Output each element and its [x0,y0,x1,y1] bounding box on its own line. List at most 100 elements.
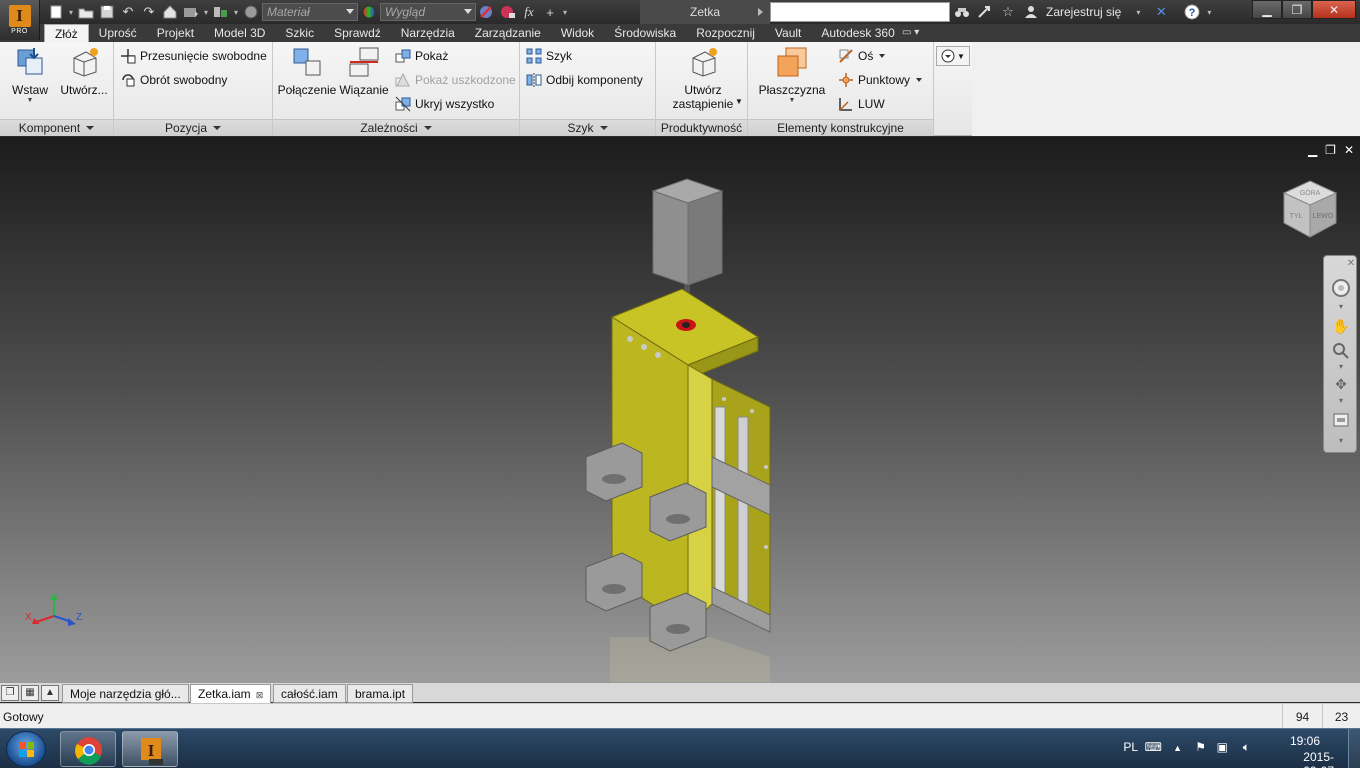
tab-narzedzia[interactable]: Narzędzia [391,24,465,42]
update-dropdown-icon[interactable]: ▾ [202,8,210,17]
keyboard-icon[interactable]: ⌨ [1145,740,1162,754]
volume-icon[interactable]: 🔈︎ [1243,740,1250,755]
panel-title-szyk[interactable]: Szyk [520,119,655,136]
select-filter-icon[interactable] [211,3,231,21]
flag-alert-icon[interactable]: ⚑ [1195,740,1206,754]
show-desktop-button[interactable] [1348,729,1360,768]
chevron-down-icon[interactable]: ▼ [735,97,743,106]
doc-tab-zetka[interactable]: Zetka.iam ⊠ [190,684,272,703]
binoculars-icon[interactable] [952,3,972,21]
chrome-taskbar-button[interactable] [60,731,116,767]
start-button[interactable] [6,731,46,767]
ribbon-panels-menu-button[interactable]: ▼ [936,46,970,66]
viewcube[interactable]: GÓRA TYŁ LEWO [1280,179,1340,241]
show-sick-button[interactable]: Pokaż uszkodzone [395,71,516,89]
navbar-close-icon[interactable]: ✕ [1346,258,1356,276]
redo-icon[interactable]: ↷ [139,3,159,21]
appearance-combo[interactable]: Wygląd [380,3,476,21]
hide-all-button[interactable]: Ukryj wszystko [395,95,494,113]
fx-parameters-icon[interactable]: fx [519,3,539,21]
pan-hand-icon[interactable]: ✋ [1331,318,1351,336]
tray-expand-icon[interactable]: ▲ [1173,743,1182,753]
panel-title-pozycja[interactable]: Pozycja [114,119,272,136]
move-cross-icon[interactable]: + [540,3,560,21]
tab-szkic[interactable]: Szkic [275,24,324,42]
steering-wheel-icon[interactable] [1331,278,1351,297]
doc-tab-calosc[interactable]: całość.iam [273,684,346,703]
plane-button[interactable]: Płaszczyzna ▼ [758,46,826,105]
graphics-window[interactable]: ▁ ❐ ✕ GÓRA TYŁ LEWO ✕ ▾ ✋ ▾ ✥ ▾ ▾ X Y Z [0,137,1360,682]
clock-date[interactable]: 2015-09-07 [1303,750,1334,768]
open-folder-icon[interactable] [76,3,96,21]
help-icon[interactable]: ? [1182,3,1202,21]
assembly-model[interactable] [560,167,820,682]
tab-rozpocznij[interactable]: Rozpocznij [686,24,765,42]
cascade-windows-icon[interactable]: ❐ [1,685,19,701]
undo-icon[interactable]: ↶ [118,3,138,21]
tab-autodesk-360[interactable]: Autodesk 360 [811,24,904,42]
customize-dropdown-icon[interactable]: ▾ [561,8,569,17]
zoom-icon[interactable] [1331,342,1351,360]
pattern-button[interactable]: Szyk [526,47,572,65]
ribbon-minimize-icon[interactable]: ▭ ▾ [902,27,922,39]
orbit-icon[interactable]: ✥ [1331,376,1351,394]
sign-in-link[interactable]: Zarejestruj się [1046,5,1121,19]
application-menu-button[interactable]: I PRO [0,0,40,40]
favorites-star-icon[interactable]: ☆ [998,3,1018,21]
tab-vault[interactable]: Vault [765,24,811,42]
tab-zarzadzanie[interactable]: Zarządzanie [465,24,551,42]
panel-title-zaleznosci[interactable]: Zależności [273,119,519,136]
viewport-close-icon[interactable]: ✕ [1344,143,1354,157]
tab-widok[interactable]: Widok [551,24,604,42]
panel-title-komponent[interactable]: Komponent [0,119,113,136]
help-search-input[interactable] [770,2,950,22]
mirror-button[interactable]: Odbij komponenty [526,71,643,89]
create-component-button[interactable]: Utwórz... [58,46,110,97]
restore-button[interactable]: ❐ [1282,0,1312,19]
free-move-button[interactable]: Przesunięcie swobodne [120,47,267,65]
sign-in-dropdown-icon[interactable]: ▾ [1134,8,1142,17]
tab-model-3d[interactable]: Model 3D [204,24,275,42]
save-icon[interactable] [97,3,117,21]
viewport-minimize-icon[interactable]: ▁ [1308,143,1317,157]
doc-tab-brama[interactable]: brama.ipt [347,684,414,703]
minimize-button[interactable]: ▁ [1252,0,1282,19]
doc-tab-my-home[interactable]: Moje narzędzia głó... [62,684,189,703]
insert-button[interactable]: Wstaw ▼ [6,46,54,105]
user-icon[interactable] [1021,3,1041,21]
exchange-x-icon[interactable]: ✕ [1151,3,1171,21]
select-dropdown-icon[interactable]: ▾ [232,8,240,17]
adjust-appearance-icon[interactable] [498,3,518,21]
close-tab-icon[interactable]: ⊠ [256,690,264,700]
tab-srodowiska[interactable]: Środowiska [604,24,686,42]
close-button[interactable]: ✕ [1312,0,1356,19]
axis-button[interactable]: Oś [838,47,886,65]
create-substitute-button[interactable]: Utwórz zastąpienie [666,46,740,111]
viewport-restore-icon[interactable]: ❐ [1325,143,1336,157]
tab-sprawdz[interactable]: Sprawdź [324,24,391,42]
point-button[interactable]: Punktowy [838,71,923,89]
joint-button[interactable]: Połączenie [277,46,337,97]
material-combo[interactable]: Materiał [262,3,358,21]
tab-list-up-icon[interactable]: ▲ [41,685,59,701]
inventor-taskbar-button[interactable]: I [122,731,178,767]
tab-projekt[interactable]: Projekt [147,24,204,42]
tile-windows-icon[interactable]: ▦ [21,685,39,701]
show-button[interactable]: Pokaż [395,47,448,65]
new-file-dropdown-icon[interactable]: ▾ [67,8,75,17]
new-file-icon[interactable] [46,3,66,21]
ucs-button[interactable]: LUW [838,95,885,113]
tab-uprosc[interactable]: Uprość [89,24,147,42]
look-at-icon[interactable] [1331,412,1351,430]
clear-appearance-icon[interactable] [477,3,497,21]
network-icon[interactable]: ▣ [1217,740,1228,754]
navbar-customize-icon[interactable]: ▾ [1331,436,1351,454]
clock-time[interactable]: 19:06 [1290,734,1320,748]
constrain-button[interactable]: Wiązanie [337,46,391,97]
free-rotate-button[interactable]: Obrót swobodny [120,71,227,89]
tab-zloz[interactable]: Złóż [44,24,89,42]
help-dropdown-icon[interactable]: ▾ [1205,8,1213,17]
home-icon[interactable] [160,3,180,21]
update-icon[interactable] [181,3,201,21]
language-indicator[interactable]: PL [1123,740,1138,754]
